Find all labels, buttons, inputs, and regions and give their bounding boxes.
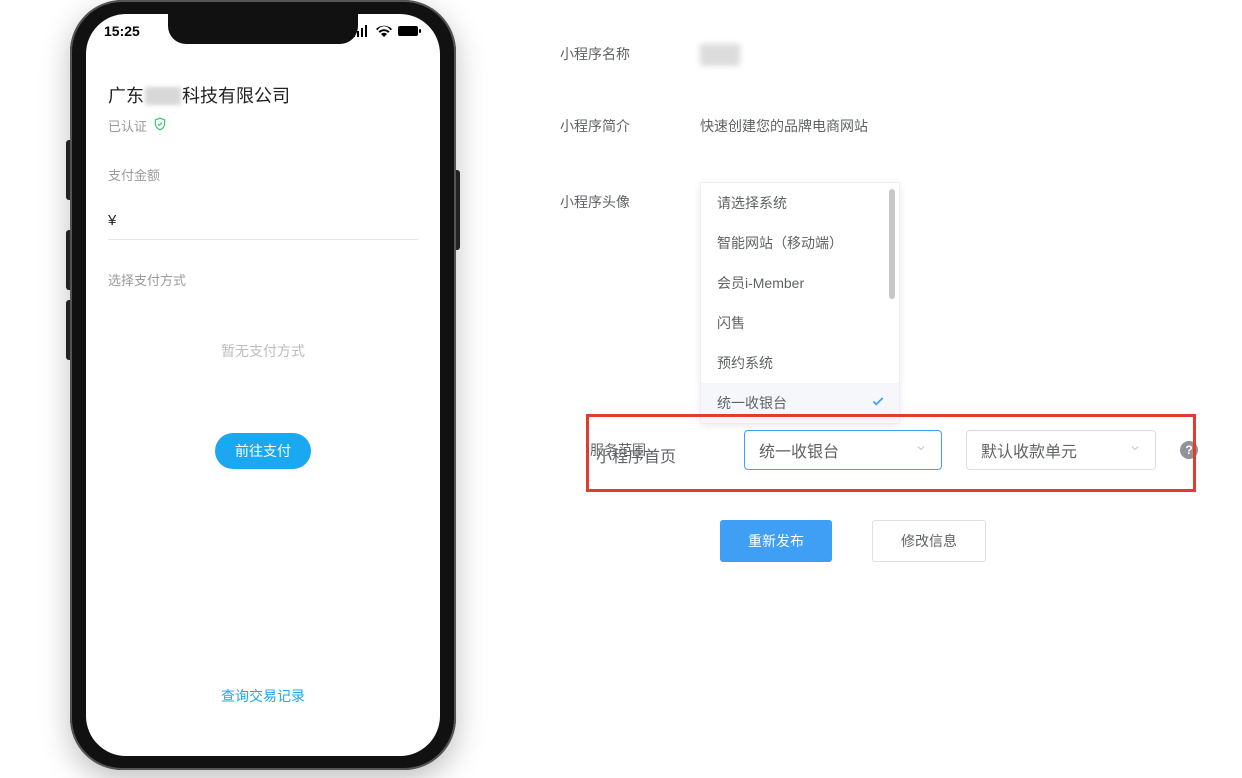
system-option-booking[interactable]: 预约系统	[701, 343, 899, 383]
currency-symbol: ¥	[108, 212, 116, 229]
redacted-name	[700, 44, 740, 66]
row-name: 小程序名称	[560, 40, 1200, 66]
action-buttons: 重新发布 修改信息	[720, 520, 986, 562]
status-time: 15:25	[104, 23, 140, 39]
chevron-down-icon	[915, 441, 927, 459]
value-name	[700, 40, 740, 66]
label-desc: 小程序简介	[560, 112, 700, 136]
method-label: 选择支付方式	[108, 270, 418, 289]
check-icon	[871, 395, 885, 412]
modify-button[interactable]: 修改信息	[872, 520, 986, 562]
chevron-down-icon	[1129, 441, 1141, 459]
phone-screen: 15:25 广东 科技有限公司 已认证 支付金额 ¥ 选择支付方式	[86, 14, 440, 756]
wifi-icon	[376, 25, 392, 37]
value-desc: 快速创建您的品牌电商网站	[700, 112, 868, 136]
redacted-text	[145, 87, 181, 105]
row-avatar: 小程序头像 请选择系统 智能网站（移动端） 会员i-Member 闪售 预约系统…	[560, 182, 1200, 424]
cert-status: 已认证	[108, 116, 418, 135]
system-dropdown[interactable]: 请选择系统 智能网站（移动端） 会员i-Member 闪售 预约系统 统一收银台	[700, 182, 900, 424]
label-home: 小程序首页	[596, 433, 720, 467]
republish-label: 重新发布	[748, 531, 804, 551]
label-name: 小程序名称	[560, 40, 700, 64]
system-option-smartsite[interactable]: 智能网站（移动端）	[701, 223, 899, 263]
home-unit-select[interactable]: 默认收款单元	[966, 430, 1156, 470]
help-symbol: ?	[1185, 443, 1192, 457]
no-method-text: 暂无支付方式	[108, 341, 418, 361]
battery-icon	[398, 25, 422, 37]
company-name: 广东 科技有限公司	[108, 82, 418, 108]
system-option-placeholder[interactable]: 请选择系统	[701, 183, 899, 223]
query-link-label: 查询交易记录	[221, 688, 305, 704]
republish-button[interactable]: 重新发布	[720, 520, 832, 562]
phone-content: 广东 科技有限公司 已认证 支付金额 ¥ 选择支付方式 暂无支付方式 前往支付 查…	[86, 64, 440, 756]
system-option-imember[interactable]: 会员i-Member	[701, 263, 899, 303]
pay-button[interactable]: 前往支付	[215, 433, 311, 469]
cert-label: 已认证	[108, 116, 147, 135]
phone-notch	[168, 14, 358, 44]
amount-label: 支付金额	[108, 165, 418, 184]
help-icon[interactable]: ?	[1180, 441, 1198, 459]
system-option-cashier[interactable]: 统一收银台	[701, 383, 899, 423]
pay-button-label: 前往支付	[235, 441, 291, 461]
company-prefix: 广东	[108, 86, 144, 106]
shield-check-icon	[153, 117, 167, 134]
company-suffix: 科技有限公司	[182, 86, 290, 106]
home-system-select[interactable]: 统一收银台	[744, 430, 942, 470]
system-option-flashsale[interactable]: 闪售	[701, 303, 899, 343]
phone-mock: 15:25 广东 科技有限公司 已认证 支付金额 ¥ 选择支付方式	[70, 0, 456, 770]
home-unit-value: 默认收款单元	[981, 438, 1077, 462]
label-avatar: 小程序头像	[560, 182, 700, 212]
amount-input[interactable]: ¥	[108, 212, 418, 240]
row-desc: 小程序简介 快速创建您的品牌电商网站	[560, 112, 1200, 136]
modify-label: 修改信息	[901, 531, 957, 551]
row-home: 小程序首页 统一收银台 默认收款单元 ?	[596, 430, 1198, 470]
query-transactions-link[interactable]: 查询交易记录	[108, 686, 418, 736]
status-icons	[352, 25, 422, 37]
home-system-value: 统一收银台	[759, 438, 839, 462]
